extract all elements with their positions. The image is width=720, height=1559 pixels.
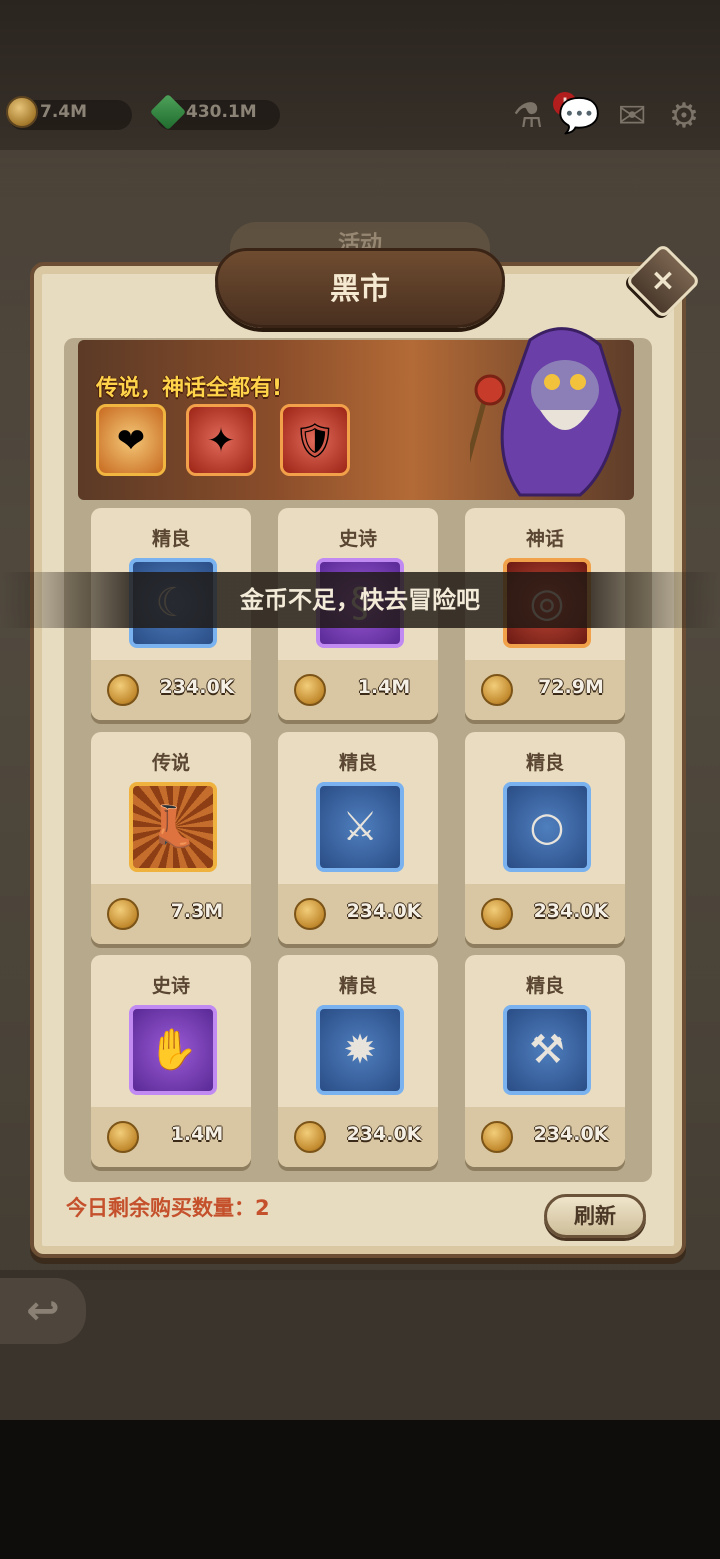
item-rarity: 史诗 xyxy=(338,528,377,550)
axe-shield-icon: ⚒ xyxy=(503,1005,591,1095)
coin-icon xyxy=(481,1121,513,1153)
coin-icon xyxy=(294,674,326,706)
item-rarity: 精良 xyxy=(338,975,377,997)
item-price: 7.3M xyxy=(170,900,224,922)
item-rarity: 精良 xyxy=(151,528,190,550)
gear-icon[interactable]: ⚙ xyxy=(664,96,704,136)
shop-item-card[interactable]: 精良 ⚔ 234.0K xyxy=(278,732,438,944)
coin-icon xyxy=(481,674,513,706)
potion-icon[interactable]: ⚗ xyxy=(508,96,548,136)
item-price: 234.0K xyxy=(533,1123,609,1145)
price-bar: 7.3M xyxy=(91,884,251,944)
shop-item-card[interactable]: 精良 ○ 234.0K xyxy=(465,732,625,944)
toast-message: 金币不足，快去冒险吧 xyxy=(0,572,720,628)
price-bar: 72.9M xyxy=(465,660,625,720)
coin-icon xyxy=(107,1121,139,1153)
item-rarity: 神话 xyxy=(525,528,564,550)
heart-scepter-icon: ❤ xyxy=(96,404,166,476)
merchant-character-icon xyxy=(470,327,622,497)
winged-wand-icon: ✦ xyxy=(186,404,256,476)
price-bar: 234.0K xyxy=(278,884,438,944)
item-price: 72.9M xyxy=(538,676,604,698)
price-bar: 234.0K xyxy=(465,1107,625,1167)
item-price: 1.4M xyxy=(357,676,411,698)
price-bar: 1.4M xyxy=(278,660,438,720)
gauntlet-icon: ✋ xyxy=(129,1005,217,1095)
item-price: 234.0K xyxy=(346,1123,422,1145)
refresh-button[interactable]: 刷新 xyxy=(544,1194,646,1238)
bottom-dark-area xyxy=(0,1420,720,1559)
bottom-area xyxy=(0,1280,720,1420)
price-bar: 234.0K xyxy=(91,660,251,720)
scimitar-icon: ⚔ xyxy=(316,782,404,872)
shop-item-card[interactable]: 史诗 ✋ 1.4M xyxy=(91,955,251,1167)
coin-amount: 7.4M xyxy=(40,102,88,122)
coin-icon xyxy=(294,898,326,930)
price-bar: 234.0K xyxy=(278,1107,438,1167)
gem-amount: 430.1M xyxy=(186,102,257,122)
price-bar: 234.0K xyxy=(465,884,625,944)
item-rarity: 精良 xyxy=(525,752,564,774)
remaining-purchases-label: 今日剩余购买数量：2 xyxy=(66,1196,270,1220)
back-button[interactable]: ↩ xyxy=(0,1278,86,1344)
boot-icon: 👢 xyxy=(129,782,217,872)
coin-icon xyxy=(107,898,139,930)
price-bar: 1.4M xyxy=(91,1107,251,1167)
top-bar: 7.4M 430.1M ⚗ ! 💬 ✉ ⚙ xyxy=(0,92,720,136)
chat-icon[interactable]: 💬 xyxy=(558,96,600,136)
item-rarity: 精良 xyxy=(525,975,564,997)
item-price: 1.4M xyxy=(170,1123,224,1145)
item-price: 234.0K xyxy=(533,900,609,922)
banner-slogan: 传说，神话全都有! xyxy=(96,376,283,401)
spiked-helmet-icon: ✹ xyxy=(316,1005,404,1095)
dialog-title: 黑市 xyxy=(215,248,505,328)
armor-icon: 🛡 xyxy=(280,404,350,476)
item-rarity: 史诗 xyxy=(151,975,190,997)
bracelet-icon: ○ xyxy=(503,782,591,872)
shop-item-card[interactable]: 传说 👢 7.3M xyxy=(91,732,251,944)
item-rarity: 传说 xyxy=(151,752,190,774)
item-price: 234.0K xyxy=(159,676,235,698)
close-icon[interactable]: × xyxy=(636,254,690,308)
item-price: 234.0K xyxy=(346,900,422,922)
coin-icon xyxy=(294,1121,326,1153)
coin-icon xyxy=(6,96,38,128)
item-rarity: 精良 xyxy=(338,752,377,774)
coin-icon xyxy=(481,898,513,930)
mail-icon[interactable]: ✉ xyxy=(612,96,652,136)
shop-item-card[interactable]: 精良 ✹ 234.0K xyxy=(278,955,438,1167)
coin-icon xyxy=(107,674,139,706)
shop-item-card[interactable]: 精良 ⚒ 234.0K xyxy=(465,955,625,1167)
